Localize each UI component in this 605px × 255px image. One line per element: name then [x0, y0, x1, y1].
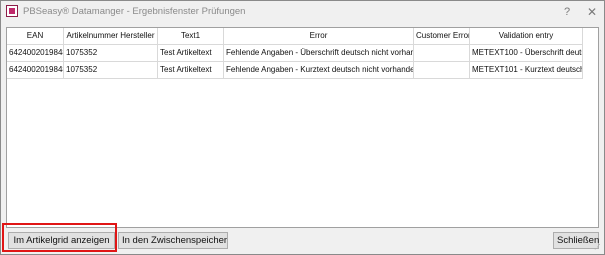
help-icon[interactable]: ?: [559, 4, 575, 20]
column-header-validation-entry[interactable]: Validation entry: [470, 28, 583, 45]
column-header-text1[interactable]: Text1: [158, 28, 224, 45]
column-header-artikelnummer[interactable]: Artikelnummer Hersteller: [64, 28, 158, 45]
cell-error[interactable]: Fehlende Angaben - Überschrift deutsch n…: [224, 45, 414, 62]
close-button[interactable]: Schließen: [553, 232, 599, 249]
resize-grip-icon[interactable]: ⋰: [594, 244, 602, 252]
window-title: PBSeasy® Datamanger - Ergebnisfenster Pr…: [23, 6, 246, 17]
table-row[interactable]: 6424002019848 1075352 Test Artikeltext F…: [7, 62, 583, 79]
column-header-customer-error[interactable]: Customer Error: [414, 28, 470, 45]
column-header-error[interactable]: Error: [224, 28, 414, 45]
cell-ean[interactable]: 6424002019848: [7, 62, 64, 79]
copy-to-clipboard-button[interactable]: In den Zwischenspeicher: [118, 232, 228, 249]
grid-header: EAN Artikelnummer Hersteller Text1 Error…: [7, 28, 583, 45]
cell-customer-error[interactable]: [414, 45, 470, 62]
title-bar[interactable]: PBSeasy® Datamanger - Ergebnisfenster Pr…: [1, 1, 604, 23]
cell-artikelnummer[interactable]: 1075352: [64, 62, 158, 79]
close-icon[interactable]: ✕: [584, 4, 600, 20]
column-header-ean[interactable]: EAN: [7, 28, 64, 45]
cell-validation-entry[interactable]: METEXT100 - Überschrift deutsch: [470, 45, 583, 62]
cell-text1[interactable]: Test Artikeltext: [158, 62, 224, 79]
cell-artikelnummer[interactable]: 1075352: [64, 45, 158, 62]
show-in-grid-button[interactable]: Im Artikelgrid anzeigen: [8, 232, 115, 249]
cell-text1[interactable]: Test Artikeltext: [158, 45, 224, 62]
cell-validation-entry[interactable]: METEXT101 - Kurztext deutsch: [470, 62, 583, 79]
result-window: PBSeasy® Datamanger - Ergebnisfenster Pr…: [0, 0, 605, 255]
cell-customer-error[interactable]: [414, 62, 470, 79]
cell-error[interactable]: Fehlende Angaben - Kurztext deutsch nich…: [224, 62, 414, 79]
cell-ean[interactable]: 6424002019848: [7, 45, 64, 62]
pbseasy-app-icon: [6, 5, 18, 17]
table-row[interactable]: 6424002019848 1075352 Test Artikeltext F…: [7, 45, 583, 62]
results-grid[interactable]: EAN Artikelnummer Hersteller Text1 Error…: [6, 27, 599, 228]
